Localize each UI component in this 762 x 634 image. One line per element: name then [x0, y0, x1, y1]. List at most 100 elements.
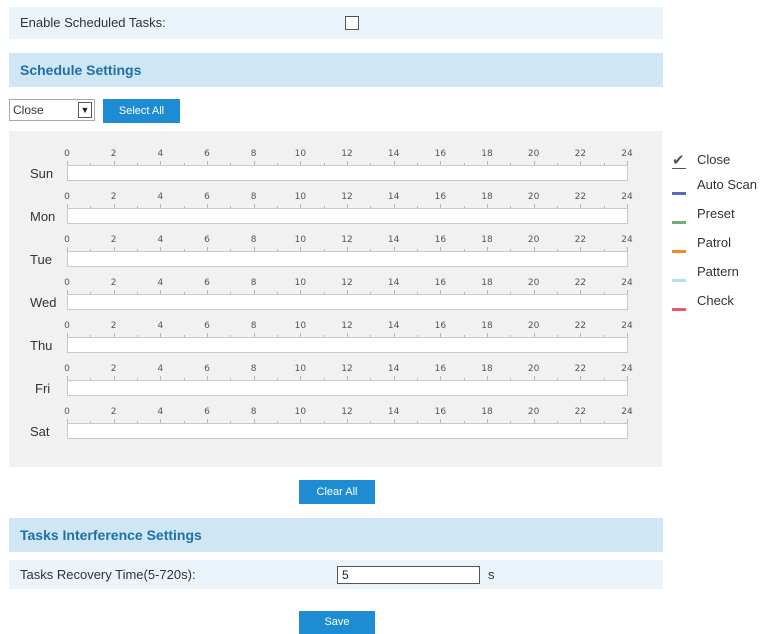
day-label-sun: Sun: [30, 166, 54, 181]
timeline-sat[interactable]: [67, 423, 628, 439]
hour-label: 0: [64, 278, 70, 288]
tasks-recovery-row: Tasks Recovery Time(5-720s): 5 s: [9, 560, 663, 589]
hour-label: 2: [110, 321, 117, 331]
hour-label: 10: [294, 192, 307, 202]
hour-label: 4: [157, 278, 164, 288]
timeline-mon[interactable]: [67, 208, 628, 224]
hour-label: 18: [481, 364, 493, 374]
hour-label: 0: [64, 192, 70, 202]
schedule-mode-value: Close: [13, 103, 44, 117]
hour-label: 14: [387, 149, 400, 159]
tasks-recovery-unit: s: [488, 567, 495, 582]
hour-label: 8: [250, 192, 257, 202]
hour-label: 2: [110, 364, 117, 374]
hour-label: 12: [341, 364, 353, 374]
hour-label: 4: [157, 321, 164, 331]
checkmark-icon: ✔: [672, 152, 685, 169]
hour-label: 14: [387, 407, 400, 417]
hour-label: 24: [621, 321, 633, 331]
hour-label: 24: [621, 192, 633, 202]
hour-label: 18: [481, 149, 493, 159]
hour-label: 8: [250, 235, 257, 245]
hour-label: 18: [481, 407, 493, 417]
checkmark-underline: [672, 168, 686, 169]
hour-label: 18: [481, 321, 493, 331]
hour-label: 12: [341, 149, 353, 159]
legend-label: Patrol: [697, 235, 731, 250]
hour-label: 2: [110, 235, 117, 245]
hour-label: 22: [574, 192, 587, 202]
hour-label: 0: [64, 149, 70, 159]
legend-label: Check: [697, 293, 734, 308]
day-label-thu: Thu: [30, 338, 53, 353]
hour-label: 8: [250, 321, 257, 331]
legend-swatch: [672, 279, 686, 282]
hour-label: 22: [574, 321, 587, 331]
hour-label: 18: [481, 278, 493, 288]
legend-swatch: [672, 221, 686, 224]
hour-label: 16: [434, 364, 447, 374]
tasks-interference-title: Tasks Interference Settings: [20, 527, 202, 543]
day-label-tue: Tue: [30, 252, 52, 267]
legend-label: Close: [697, 152, 731, 167]
hour-label: 20: [527, 364, 540, 374]
hour-label: 24: [621, 149, 633, 159]
legend-swatch: [672, 308, 686, 311]
hour-label: 2: [110, 192, 117, 202]
hour-label: 4: [157, 149, 164, 159]
schedule-settings-title: Schedule Settings: [20, 62, 142, 78]
hour-label: 2: [110, 278, 117, 288]
hour-label: 12: [341, 407, 353, 417]
tasks-recovery-input[interactable]: 5: [337, 566, 480, 584]
hour-label: 20: [527, 278, 540, 288]
timeline-fri[interactable]: [67, 380, 628, 396]
hour-label: 18: [481, 235, 493, 245]
clear-all-button[interactable]: Clear All: [299, 480, 375, 504]
hour-label: 6: [204, 149, 210, 159]
hour-label: 6: [204, 321, 210, 331]
tasks-recovery-label: Tasks Recovery Time(5-720s):: [20, 567, 196, 582]
timeline-wed[interactable]: [67, 294, 628, 310]
hour-label: 10: [294, 278, 307, 288]
hour-label: 4: [157, 235, 164, 245]
select-all-button[interactable]: Select All: [103, 99, 180, 123]
hour-label: 14: [387, 364, 400, 374]
hour-label: 12: [341, 321, 353, 331]
tasks-interference-header: Tasks Interference Settings: [9, 518, 663, 552]
hour-label: 8: [250, 364, 257, 374]
timeline-thu[interactable]: [67, 337, 628, 353]
hour-label: 4: [157, 192, 164, 202]
hour-label: 16: [434, 235, 447, 245]
hour-label: 20: [527, 192, 540, 202]
legend-label: Preset: [697, 206, 735, 221]
hour-label: 8: [250, 407, 257, 417]
hour-label: 24: [621, 235, 633, 245]
hour-label: 10: [294, 364, 307, 374]
hour-label: 2: [110, 149, 117, 159]
hour-label: 10: [294, 149, 307, 159]
hour-label: 8: [250, 149, 257, 159]
hour-label: 16: [434, 321, 447, 331]
hour-label: 4: [157, 364, 164, 374]
hour-label: 12: [341, 235, 353, 245]
enable-scheduled-tasks-checkbox[interactable]: [345, 16, 359, 30]
chevron-down-icon[interactable]: ▼: [78, 102, 92, 118]
timeline-sun[interactable]: [67, 165, 628, 181]
hour-label: 14: [387, 235, 400, 245]
schedule-mode-select[interactable]: Close ▼: [9, 99, 95, 121]
hour-label: 24: [621, 278, 633, 288]
hour-label: 10: [294, 235, 307, 245]
hour-label: 20: [527, 321, 540, 331]
hour-label: 0: [64, 321, 70, 331]
save-button[interactable]: Save: [299, 611, 375, 634]
hour-label: 14: [387, 321, 400, 331]
timeline-tue[interactable]: [67, 251, 628, 267]
hour-label: 6: [204, 278, 210, 288]
hour-label: 14: [387, 192, 400, 202]
hour-label: 20: [527, 407, 540, 417]
hour-label: 12: [341, 278, 353, 288]
hour-label: 22: [574, 407, 587, 417]
hour-label: 6: [204, 364, 210, 374]
hour-label: 22: [574, 149, 587, 159]
hour-label: 0: [64, 235, 70, 245]
